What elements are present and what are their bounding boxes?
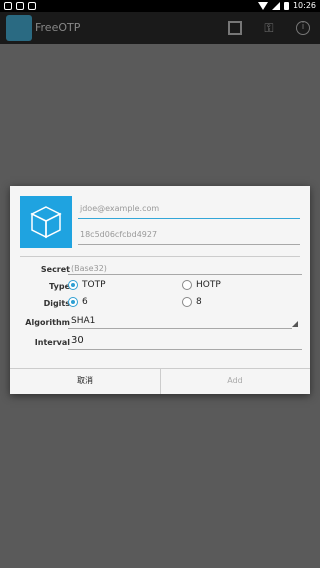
signal-icon [271,1,280,10]
notification-icon-3 [28,2,36,10]
totp-radio[interactable]: TOTP [68,280,106,290]
interval-input[interactable]: 30 [68,332,302,350]
digits-label: Digits [43,299,70,308]
token-image-button[interactable] [20,196,72,248]
divider [20,256,300,257]
hotp-label: HOTP [196,280,221,290]
qr-code-icon[interactable] [228,21,242,35]
add-button[interactable]: Add [160,368,310,394]
wifi-icon [257,1,268,10]
algorithm-label: Algorithm [25,318,70,327]
radio-checked-icon [68,297,78,307]
digits-6-radio[interactable]: 6 [68,297,88,307]
info-icon[interactable]: i [296,21,310,35]
digits-6-label: 6 [82,297,88,307]
notification-icon [4,2,12,10]
cube-icon [30,206,62,239]
secret-input[interactable]: (Base32) [68,259,302,275]
issuer-input[interactable]: jdoe@example.com [78,199,300,219]
id-input[interactable]: 18c5d06cfcbd4927 [78,225,300,245]
digits-8-label: 8 [196,297,202,307]
notification-icon-2 [16,2,24,10]
hotp-radio[interactable]: HOTP [182,280,221,290]
interval-label: Interval [34,338,70,347]
radio-unchecked-icon [182,280,192,290]
secret-label: Secret [40,265,70,274]
add-token-dialog: jdoe@example.com 18c5d06cfcbd4927 Secret… [10,186,310,394]
dropdown-arrow-icon [292,321,298,327]
algorithm-value: SHA1 [71,316,96,326]
radio-checked-icon [68,280,78,290]
digits-8-radio[interactable]: 8 [182,297,202,307]
app-bar: FreeOTP ⚿ i [0,12,320,44]
app-title: FreeOTP [35,21,81,34]
add-key-icon[interactable]: ⚿ [262,21,276,35]
battery-icon [283,1,289,10]
status-time: 10:26 [292,1,316,10]
app-logo [6,15,32,41]
algorithm-select[interactable]: SHA1 [68,313,298,329]
cancel-button[interactable]: 取消 [10,368,160,394]
status-bar: 10:26 [0,0,320,12]
totp-label: TOTP [82,280,106,290]
radio-unchecked-icon [182,297,192,307]
type-label: Type [49,282,70,291]
